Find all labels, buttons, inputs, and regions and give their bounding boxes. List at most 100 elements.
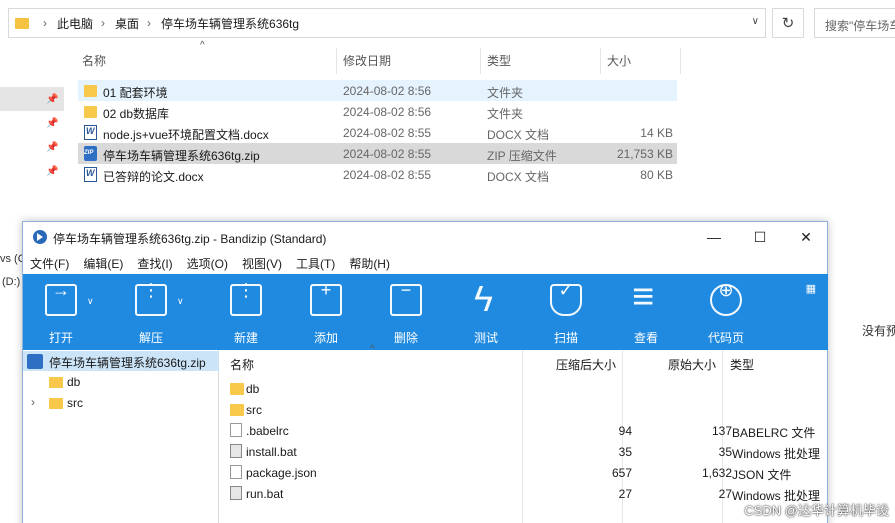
- file-row[interactable]: 02 db数据库 2024-08-02 8:56 文件夹: [78, 101, 677, 122]
- zip-icon: [27, 354, 43, 369]
- menu-options[interactable]: 选项(O): [180, 252, 235, 274]
- chevron-right-icon[interactable]: ›: [31, 395, 35, 409]
- entry-original-size: 1,632: [701, 466, 732, 480]
- menu-tools[interactable]: 工具(T): [289, 252, 342, 274]
- close-button[interactable]: ✕: [783, 222, 829, 252]
- file-name: node.js+vue环境配置文档.docx: [103, 128, 269, 142]
- file-date: 2024-08-02 8:55: [343, 168, 432, 182]
- chevron-right-icon: ›: [147, 16, 152, 30]
- menu-edit[interactable]: 编辑(E): [76, 252, 130, 274]
- zipper-glyph: ⋮: [142, 280, 160, 300]
- tree-label: src: [67, 396, 83, 410]
- pin-icon: 📌: [46, 166, 59, 177]
- breadcrumb-desktop[interactable]: 桌面: [115, 15, 139, 32]
- folder-icon: [230, 383, 244, 395]
- toolbar-label: 添加: [313, 331, 338, 345]
- archive-row[interactable]: db: [220, 378, 828, 399]
- pin-icon: 📌: [46, 142, 59, 153]
- toolbar-label: 扫描: [553, 331, 578, 345]
- file-date: 2024-08-02 8:56: [343, 105, 432, 119]
- archive-row[interactable]: package.json 657 1,632 JSON 文件: [220, 462, 828, 483]
- toolbar-label: 新建: [233, 331, 258, 345]
- refresh-button[interactable]: ↻: [772, 8, 804, 38]
- entry-original-size: 27: [718, 487, 732, 501]
- scan-button[interactable]: ✓ 扫描: [536, 274, 596, 350]
- column-header-original[interactable]: 原始大小: [668, 356, 716, 380]
- view-button[interactable]: 查看: [616, 274, 676, 350]
- entry-name: src: [246, 403, 262, 417]
- extract-button[interactable]: ⋮ ∨ 解压: [121, 274, 184, 350]
- entry-compressed-size: 35: [618, 445, 632, 459]
- file-row[interactable]: node.js+vue环境配置文档.docx 2024-08-02 8:55 D…: [78, 122, 677, 143]
- delete-button[interactable]: − 删除: [376, 274, 436, 350]
- title-bar[interactable]: 停车场车辆管理系统636tg.zip - Bandizip (Standard)…: [23, 222, 827, 252]
- file-row[interactable]: 停车场车辆管理系统636tg.zip 2024-08-02 8:55 ZIP 压…: [78, 143, 677, 164]
- file-type: 文件夹: [487, 86, 524, 100]
- column-header-name[interactable]: 名称: [230, 356, 254, 380]
- tree-label: 停车场车辆管理系统636tg.zip: [49, 356, 206, 370]
- column-divider[interactable]: [600, 48, 601, 74]
- tree-label: db: [67, 375, 81, 389]
- column-divider[interactable]: [336, 48, 337, 74]
- open-button[interactable]: → ∨ 打开: [31, 274, 94, 350]
- bandizip-window: 停车场车辆管理系统636tg.zip - Bandizip (Standard)…: [22, 221, 828, 523]
- archive-row[interactable]: run.bat 27 27 Windows 批处理: [220, 483, 828, 504]
- archive-row[interactable]: .babelrc 94 137 BABELRC 文件: [220, 420, 828, 441]
- add-button[interactable]: + 添加: [296, 274, 356, 350]
- menu-file[interactable]: 文件(F): [23, 252, 76, 274]
- chevron-down-icon[interactable]: ∨: [87, 296, 94, 307]
- column-header-type[interactable]: 类型: [730, 356, 754, 380]
- check-glyph: ✓: [558, 280, 574, 300]
- file-size: 80 KB: [640, 168, 673, 182]
- menu-help[interactable]: 帮助(H): [342, 252, 397, 274]
- archive-row[interactable]: src: [220, 399, 828, 420]
- tree-item-root[interactable]: 停车场车辆管理系统636tg.zip: [23, 351, 219, 371]
- column-divider[interactable]: [680, 48, 681, 74]
- test-button[interactable]: 测试: [456, 274, 516, 350]
- file-row[interactable]: 01 配套环境 2024-08-02 8:56 文件夹: [78, 80, 677, 101]
- file-type: DOCX 文档: [487, 128, 550, 142]
- archive-file-list: ^ 名称 压缩后大小 原始大小 类型 db src .babelrc 94 13…: [220, 344, 828, 523]
- column-divider[interactable]: [480, 48, 481, 74]
- column-header-compressed[interactable]: 压缩后大小: [556, 356, 616, 380]
- new-archive-button[interactable]: ⋮ 新建: [216, 274, 276, 350]
- bat-file-icon: [230, 444, 242, 458]
- chevron-down-icon[interactable]: ∨: [177, 296, 184, 307]
- menu-find[interactable]: 查找(I): [130, 252, 179, 274]
- minimize-button[interactable]: —: [691, 222, 737, 252]
- breadcrumb-this-pc[interactable]: 此电脑: [57, 15, 93, 32]
- file-size: 14 KB: [640, 126, 673, 140]
- file-row[interactable]: 已答辩的论文.docx 2024-08-02 8:55 DOCX 文档 80 K…: [78, 164, 677, 185]
- nav-item-partial[interactable]: (D:): [2, 276, 20, 288]
- file-icon: [230, 465, 242, 479]
- toolbar-label: 查看: [633, 331, 658, 345]
- search-input[interactable]: 搜索"停车场车: [814, 8, 895, 38]
- column-header-name[interactable]: 名称: [82, 46, 106, 74]
- column-header-type[interactable]: 类型: [487, 46, 511, 74]
- folder-tree: 停车场车辆管理系统636tg.zip db › src: [23, 350, 219, 523]
- file-name: 已答辩的论文.docx: [103, 170, 204, 184]
- chevron-down-icon[interactable]: ∨: [752, 16, 759, 27]
- archive-row[interactable]: install.bat 35 35 Windows 批处理: [220, 441, 828, 462]
- entry-type: JSON 文件: [732, 468, 792, 482]
- folder-icon: [49, 377, 63, 388]
- tree-item-src[interactable]: › src: [23, 393, 219, 413]
- entry-type: BABELRC 文件: [732, 426, 816, 440]
- word-doc-icon: [84, 167, 97, 182]
- address-bar[interactable]: › 此电脑 › 桌面 › 停车场车辆管理系统636tg ∨: [8, 8, 766, 38]
- entry-compressed-size: 27: [618, 487, 632, 501]
- layout-grid-icon[interactable]: ▦: [806, 282, 816, 295]
- folder-icon: [15, 17, 29, 29]
- column-header-size[interactable]: 大小: [607, 46, 631, 74]
- maximize-button[interactable]: ☐: [737, 222, 783, 252]
- toolbar-label: 打开: [48, 331, 73, 345]
- breadcrumb-folder[interactable]: 停车场车辆管理系统636tg: [161, 15, 299, 32]
- codepage-button[interactable]: ⊕ 代码页: [696, 274, 756, 350]
- lightning-icon: [470, 278, 502, 320]
- menu-view[interactable]: 视图(V): [235, 252, 289, 274]
- column-header-date[interactable]: 修改日期: [343, 46, 391, 74]
- menu-bar: 文件(F) 编辑(E) 查找(I) 选项(O) 视图(V) 工具(T) 帮助(H…: [23, 252, 827, 274]
- folder-icon: [230, 404, 244, 416]
- toolbar: → ∨ 打开 ⋮ ∨ 解压 ⋮ 新建 + 添加 − 删除 测试: [23, 274, 828, 350]
- tree-item-db[interactable]: db: [23, 372, 219, 392]
